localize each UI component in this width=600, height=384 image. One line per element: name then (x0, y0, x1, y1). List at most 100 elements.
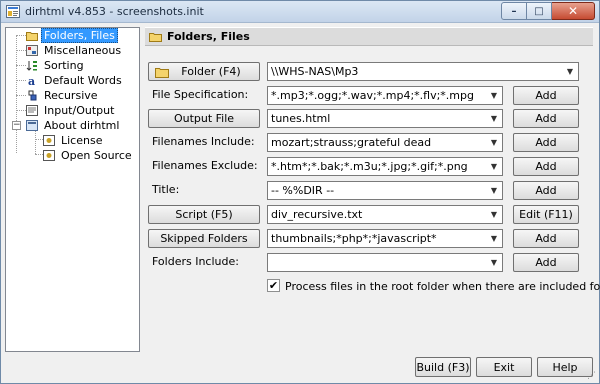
folder-button[interactable]: Folder (F4) (148, 62, 260, 81)
caption-buttons: – □ ✕ (501, 2, 595, 20)
navigation-tree[interactable]: Folders, Files Miscellaneous Sorting a D… (5, 27, 140, 352)
chevron-down-icon[interactable]: ▼ (486, 158, 502, 175)
build-button-label: Build (F3) (416, 360, 470, 374)
add-label: Add (535, 160, 557, 173)
build-button[interactable]: Build (F3) (415, 357, 471, 377)
tree-item-label: Folders, Files (41, 28, 118, 43)
script-combo[interactable]: div_recursive.txt ▼ (267, 205, 503, 224)
misc-icon (26, 45, 38, 56)
file-spec-label: File Specification: (152, 88, 249, 101)
file-spec-value: *.mp3;*.ogg;*.wav;*.mp4;*.flv;*.mpg (271, 89, 474, 102)
license-icon (43, 135, 55, 146)
app-window: dirhtml v4.853 - screenshots.init – □ ✕ … (0, 0, 600, 384)
add-label: Add (535, 184, 557, 197)
tree-item-label: Open Source (61, 149, 132, 162)
add-label: Add (535, 256, 557, 269)
edit-label: Edit (F11) (519, 208, 573, 221)
chevron-down-icon[interactable]: ▼ (486, 206, 502, 223)
title-bar[interactable]: dirhtml v4.853 - screenshots.init – □ ✕ (1, 1, 599, 23)
script-edit-button[interactable]: Edit (F11) (513, 205, 579, 224)
chevron-down-icon[interactable]: ▼ (486, 254, 502, 271)
file-spec-combo[interactable]: *.mp3;*.ogg;*.wav;*.mp4;*.flv;*.mpg ▼ (267, 86, 503, 105)
exit-button[interactable]: Exit (476, 357, 532, 377)
checkmark-icon: ✔ (268, 279, 279, 292)
root-folder-checkbox[interactable]: ✔ (267, 279, 280, 292)
folder-button-label: Folder (F4) (181, 65, 241, 78)
output-file-add-button[interactable]: Add (513, 109, 579, 128)
window-title: dirhtml v4.853 - screenshots.init (25, 5, 204, 18)
skipped-folders-combo[interactable]: thumbnails;*php*;*javascript* ▼ (267, 229, 503, 248)
filenames-include-add-button[interactable]: Add (513, 133, 579, 152)
output-file-combo[interactable]: tunes.html ▼ (267, 109, 503, 128)
svg-text:a: a (28, 75, 35, 86)
tree-connector (16, 95, 26, 96)
help-button-label: Help (552, 360, 578, 374)
add-label: Add (535, 112, 557, 125)
skipped-folders-value: thumbnails;*php*;*javascript* (271, 232, 437, 245)
script-button[interactable]: Script (F5) (148, 205, 260, 224)
title-label: Title: (152, 183, 180, 196)
minimize-icon: – (511, 5, 517, 17)
chevron-down-icon[interactable]: ▼ (486, 110, 502, 127)
tree-connector (35, 131, 36, 154)
title-combo[interactable]: -- %%DIR -- ▼ (267, 181, 503, 200)
chevron-down-icon[interactable]: ▼ (486, 182, 502, 199)
add-label: Add (535, 89, 557, 102)
folder-icon (149, 33, 162, 42)
filenames-include-value: mozart;strauss;grateful dead (271, 136, 432, 149)
chevron-down-icon[interactable]: ▼ (486, 230, 502, 247)
output-file-button[interactable]: Output File (148, 109, 260, 128)
filenames-exclude-add-button[interactable]: Add (513, 157, 579, 176)
skipped-folders-add-button[interactable]: Add (513, 229, 579, 248)
tree-item-label: Recursive (44, 89, 98, 102)
tree-item-label: About dirhtml (44, 119, 120, 132)
exit-button-label: Exit (493, 360, 515, 374)
tree-item-label: Input/Output (44, 104, 115, 117)
folders-include-add-button[interactable]: Add (513, 253, 579, 272)
filenames-include-combo[interactable]: mozart;strauss;grateful dead ▼ (267, 133, 503, 152)
skipped-folders-button[interactable]: Skipped Folders (148, 229, 260, 248)
filenames-exclude-value: *.htm*;*.bak;*.m3u;*.jpg;*.gif;*.png (271, 160, 468, 173)
tree-item-label: License (61, 134, 103, 147)
resize-grip-icon[interactable]: ⋰ (587, 371, 597, 381)
minimize-button[interactable]: – (501, 2, 527, 20)
tree-connector (35, 139, 43, 140)
tree-connector (16, 80, 26, 81)
folder-icon (155, 68, 169, 78)
root-folder-checkbox-label[interactable]: Process files in the root folder when th… (285, 280, 600, 293)
tree-item-label: Default Words (44, 74, 122, 87)
folder-icon (26, 32, 38, 41)
folders-include-combo[interactable]: ▼ (267, 253, 503, 272)
folder-combo[interactable]: \\WHS-NAS\Mp3 ▼ (267, 62, 579, 81)
skipped-folders-button-label: Skipped Folders (160, 232, 248, 245)
words-icon: a (28, 75, 35, 86)
title-add-button[interactable]: Add (513, 181, 579, 200)
title-value: -- %%DIR -- (271, 184, 335, 197)
about-icon (26, 120, 38, 131)
sort-icon (26, 61, 37, 71)
tree-item-label: Sorting (44, 59, 84, 72)
close-button[interactable]: ✕ (552, 2, 595, 20)
collapse-expander-icon[interactable]: − (12, 121, 21, 130)
chevron-down-icon[interactable]: ▼ (486, 87, 502, 104)
opensource-icon (43, 150, 55, 161)
add-label: Add (535, 232, 557, 245)
chevron-down-icon[interactable]: ▼ (562, 63, 578, 80)
app-icon (6, 5, 20, 18)
tree-connector (16, 35, 26, 36)
tree-connector (16, 110, 26, 111)
tree-item-label: Miscellaneous (44, 44, 122, 57)
script-value: div_recursive.txt (271, 208, 363, 221)
close-icon: ✕ (567, 4, 579, 18)
add-label: Add (535, 136, 557, 149)
file-spec-add-button[interactable]: Add (513, 86, 579, 105)
panel-header: Folders, Files (145, 27, 593, 46)
filenames-exclude-combo[interactable]: *.htm*;*.bak;*.m3u;*.jpg;*.gif;*.png ▼ (267, 157, 503, 176)
chevron-down-icon[interactable]: ▼ (486, 134, 502, 151)
output-file-value: tunes.html (271, 112, 331, 125)
help-button[interactable]: Help (537, 357, 593, 377)
tree-connector (16, 50, 26, 51)
maximize-button[interactable]: □ (527, 2, 552, 20)
panel-title: Folders, Files (167, 30, 250, 43)
filenames-include-label: Filenames Include: (152, 135, 255, 148)
